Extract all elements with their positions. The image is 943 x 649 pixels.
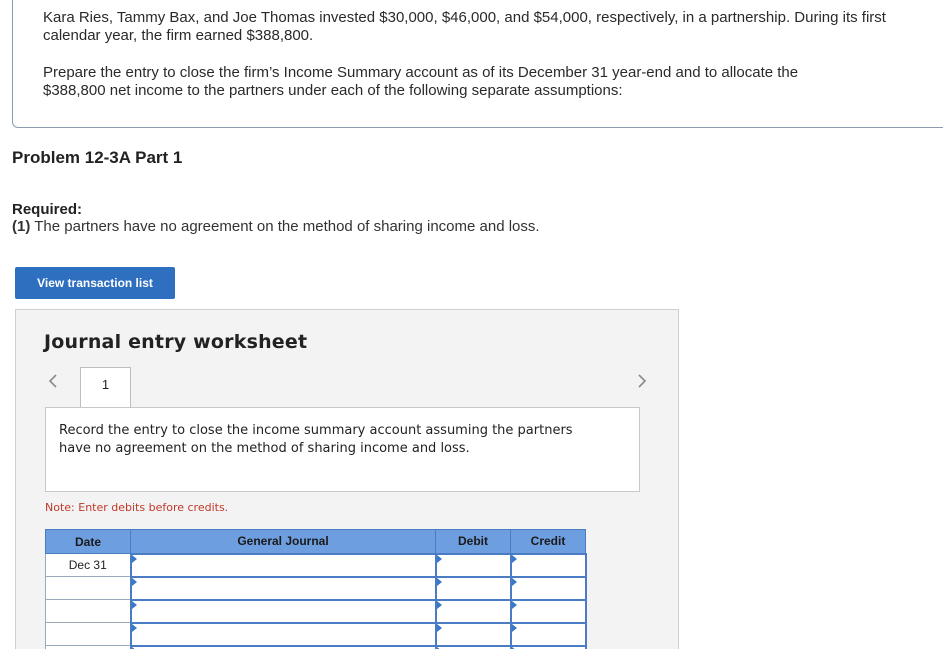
debit-input[interactable] — [434, 575, 512, 601]
general-journal-column-header: General Journal — [130, 529, 436, 554]
dropdown-flag-icon — [436, 554, 442, 563]
dropdown-flag-icon — [131, 577, 137, 586]
credit-input[interactable] — [509, 575, 587, 601]
instruction-text: Record the entry to close the income sum… — [59, 423, 573, 456]
debit-credit-note: Note: Enter debits before credits. — [45, 501, 229, 514]
chevron-left-icon — [48, 374, 57, 388]
required-description: The partners have no agreement on the me… — [30, 218, 540, 235]
date-cell — [45, 599, 131, 623]
credit-input[interactable] — [509, 644, 587, 649]
dropdown-flag-icon — [511, 600, 517, 609]
previous-entry-button[interactable] — [45, 370, 61, 392]
date-column-header: Date — [45, 529, 131, 554]
debit-input[interactable] — [434, 621, 512, 647]
intro-paragraph-2: Prepare the entry to close the firm’s In… — [43, 64, 799, 99]
credit-column-header: Credit — [510, 529, 586, 554]
problem-title: Problem 12-3A Part 1 — [12, 148, 183, 167]
date-cell — [45, 645, 131, 649]
journal-entry-worksheet: Journal entry worksheet 1 Record the ent… — [15, 309, 679, 649]
intro-paragraph-1: Kara Ries, Tammy Bax, and Joe Thomas inv… — [43, 9, 886, 44]
journal-table: Date General Journal Debit Credit Dec 31 — [45, 529, 587, 649]
dropdown-flag-icon — [131, 623, 137, 632]
debit-input[interactable] — [434, 644, 512, 649]
dropdown-flag-icon — [436, 623, 442, 632]
account-select[interactable] — [129, 575, 437, 601]
date-cell — [45, 622, 131, 646]
journal-row: Dec 31 — [45, 552, 587, 578]
dropdown-flag-icon — [131, 554, 137, 563]
journal-row — [45, 598, 587, 624]
dropdown-flag-icon — [436, 577, 442, 586]
debit-input[interactable] — [434, 598, 512, 624]
credit-input[interactable] — [509, 621, 587, 647]
view-transaction-list-button[interactable]: View transaction list — [15, 267, 175, 299]
required-number: (1) — [12, 218, 31, 235]
date-cell — [45, 576, 131, 600]
debit-input[interactable] — [434, 552, 512, 578]
dropdown-flag-icon — [511, 554, 517, 563]
instruction-box: Record the entry to close the income sum… — [45, 407, 640, 492]
dropdown-flag-icon — [436, 600, 442, 609]
debit-column-header: Debit — [435, 529, 511, 554]
worksheet-title: Journal entry worksheet — [44, 331, 308, 353]
credit-input[interactable] — [509, 598, 587, 624]
required-text: (1) The partners have no agreement on th… — [12, 218, 540, 235]
account-select[interactable] — [129, 644, 437, 649]
journal-row — [45, 621, 587, 647]
journal-row — [45, 644, 587, 649]
dropdown-flag-icon — [511, 577, 517, 586]
credit-input[interactable] — [509, 552, 587, 578]
dropdown-flag-icon — [131, 600, 137, 609]
journal-row — [45, 575, 587, 601]
account-select[interactable] — [129, 598, 437, 624]
dropdown-flag-icon — [511, 623, 517, 632]
next-entry-button[interactable] — [634, 370, 650, 392]
required-label: Required: — [12, 201, 83, 218]
tab-entry-1[interactable]: 1 — [80, 367, 131, 407]
chevron-right-icon — [638, 374, 647, 388]
journal-header-row: Date General Journal Debit Credit — [45, 529, 586, 554]
date-cell: Dec 31 — [45, 553, 131, 577]
account-select[interactable] — [129, 552, 437, 578]
account-select[interactable] — [129, 621, 437, 647]
